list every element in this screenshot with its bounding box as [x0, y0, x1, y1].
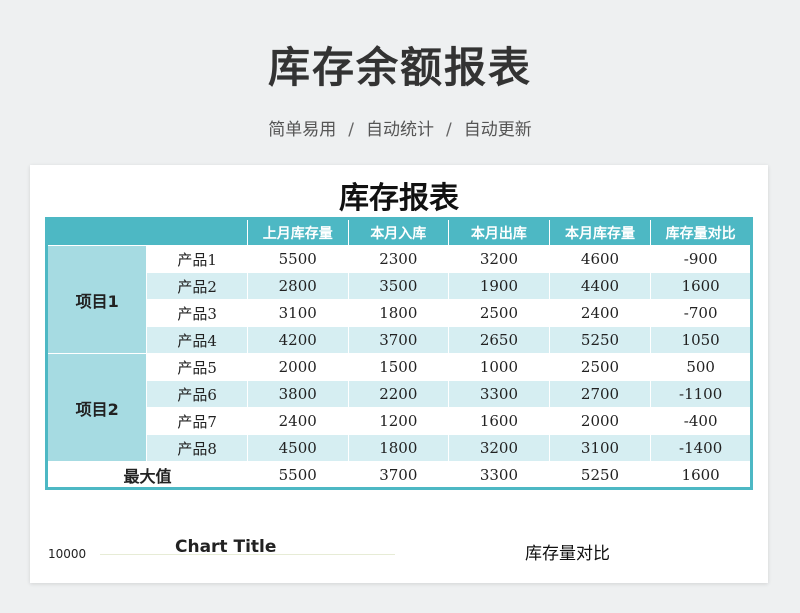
value-cell[interactable]: 4400 [548, 272, 652, 300]
value-cell[interactable]: 3100 [246, 299, 349, 327]
column-header[interactable]: 库存量对比 [650, 218, 752, 246]
max-value-cell[interactable]: 5250 [548, 461, 652, 489]
chart-axis-tick: 10000 [48, 547, 87, 561]
max-value-cell[interactable]: 3700 [347, 461, 450, 489]
chart-title-left[interactable]: Chart Title [175, 537, 276, 557]
value-cell[interactable]: 4200 [246, 326, 349, 354]
value-cell[interactable]: 3300 [448, 380, 550, 408]
value-cell[interactable]: 3700 [347, 326, 450, 354]
value-cell[interactable]: 2000 [246, 353, 349, 381]
value-cell[interactable]: -700 [650, 299, 752, 327]
max-value-cell[interactable]: 3300 [448, 461, 550, 489]
page-subtitle: 简单易用 / 自动统计 / 自动更新 [0, 115, 800, 140]
value-cell[interactable]: 1600 [650, 272, 752, 300]
table-body: 项目1 产品1 5500 2300 3200 4600 -900 产品2 2800 3500 190… [45, 245, 752, 489]
value-cell[interactable]: 1900 [448, 272, 550, 300]
table-header-row: 上月库存量 本月入库 本月出库 本月库存量 库存量对比 [46, 218, 752, 246]
value-cell[interactable]: 3200 [448, 434, 550, 462]
column-header[interactable]: 上月库存量 [246, 218, 349, 246]
value-cell[interactable]: 3200 [448, 245, 550, 273]
product-cell[interactable]: 产品7 [146, 407, 248, 435]
value-cell[interactable]: 3500 [347, 272, 450, 300]
subtitle-item-3: 自动更新 [463, 120, 532, 140]
value-cell[interactable]: 4600 [548, 245, 652, 273]
value-cell[interactable]: -1100 [650, 380, 752, 408]
value-cell[interactable]: 1050 [650, 326, 752, 354]
product-cell[interactable]: 产品2 [146, 272, 248, 300]
page-title: 库存余额报表 [267, 43, 532, 92]
value-cell[interactable]: 2400 [548, 299, 652, 327]
value-cell[interactable]: 2800 [246, 272, 349, 300]
value-cell[interactable]: 5250 [548, 326, 652, 354]
sheet-title: 库存报表 [339, 181, 459, 216]
value-cell[interactable]: -900 [650, 245, 752, 273]
value-cell[interactable]: 3800 [246, 380, 349, 408]
value-cell[interactable]: 500 [650, 353, 752, 381]
table-row: 项目1 产品1 5500 2300 3200 4600 -900 [45, 245, 752, 354]
product-cell[interactable]: 产品4 [146, 326, 248, 354]
value-cell[interactable]: 2500 [548, 353, 652, 381]
value-cell[interactable]: 2500 [448, 299, 550, 327]
report-sheet: 库存报表 上月库存量 本月入库 本月出库 本月库存量 库存量对比 项目1 产品1 5… [30, 165, 768, 583]
value-cell[interactable]: 1500 [347, 353, 450, 381]
value-cell[interactable]: 2400 [246, 407, 349, 435]
value-cell[interactable]: 1200 [347, 407, 450, 435]
table-row: 产品7 2400 1200 1600 2000 -400 [47, 407, 752, 435]
product-cell[interactable]: 产品6 [146, 380, 248, 408]
subtitle-item-1: 简单易用 [268, 120, 337, 140]
value-cell[interactable]: 2000 [548, 407, 652, 435]
header-blank-cell [46, 218, 248, 246]
group-label-cell[interactable]: 项目2 [45, 353, 148, 462]
column-header[interactable]: 本月入库 [347, 218, 450, 246]
table-row: 产品4 4200 3700 2650 5250 1050 [47, 326, 752, 354]
group-label-cell[interactable]: 项目1 [45, 245, 148, 354]
subtitle-item-2: 自动统计 [366, 120, 434, 140]
max-value-cell[interactable]: 5500 [246, 461, 349, 489]
value-cell[interactable]: -400 [650, 407, 752, 435]
max-row: 最大值 5500 3700 3300 5250 1600 [46, 461, 752, 489]
inventory-table: 上月库存量 本月入库 本月出库 本月库存量 库存量对比 项目1 产品1 5500 23… [45, 217, 753, 490]
subtitle-separator: / [348, 120, 354, 140]
value-cell[interactable]: 2300 [347, 245, 450, 273]
table-row: 产品8 4500 1800 3200 3100 -1400 [47, 434, 752, 462]
table-row: 项目2 产品5 2000 1500 1000 2500 500 [45, 353, 752, 462]
subtitle-separator: / [446, 120, 452, 140]
product-cell[interactable]: 产品1 [146, 245, 248, 273]
value-cell[interactable]: 4500 [246, 434, 349, 462]
value-cell[interactable]: 1000 [448, 353, 550, 381]
value-cell[interactable]: 2700 [548, 380, 652, 408]
product-cell[interactable]: 产品5 [146, 353, 248, 381]
column-header[interactable]: 本月出库 [448, 218, 550, 246]
max-label-cell[interactable]: 最大值 [46, 461, 248, 489]
value-cell[interactable]: 1800 [347, 434, 450, 462]
table-row: 产品2 2800 3500 1900 4400 1600 [47, 272, 752, 300]
value-cell[interactable]: 2200 [347, 380, 450, 408]
product-cell[interactable]: 产品3 [146, 299, 248, 327]
value-cell[interactable]: 2650 [448, 326, 550, 354]
chart-title-right[interactable]: 库存量对比 [525, 539, 610, 564]
value-cell[interactable]: 1600 [448, 407, 550, 435]
table-row: 产品3 3100 1800 2500 2400 -700 [47, 299, 752, 327]
value-cell[interactable]: 1800 [347, 299, 450, 327]
value-cell[interactable]: -1400 [650, 434, 752, 462]
column-header[interactable]: 本月库存量 [548, 218, 652, 246]
table-row: 产品6 3800 2200 3300 2700 -1100 [47, 380, 752, 408]
max-value-cell[interactable]: 1600 [650, 461, 752, 489]
value-cell[interactable]: 3100 [548, 434, 652, 462]
value-cell[interactable]: 5500 [246, 245, 349, 273]
product-cell[interactable]: 产品8 [146, 434, 248, 462]
